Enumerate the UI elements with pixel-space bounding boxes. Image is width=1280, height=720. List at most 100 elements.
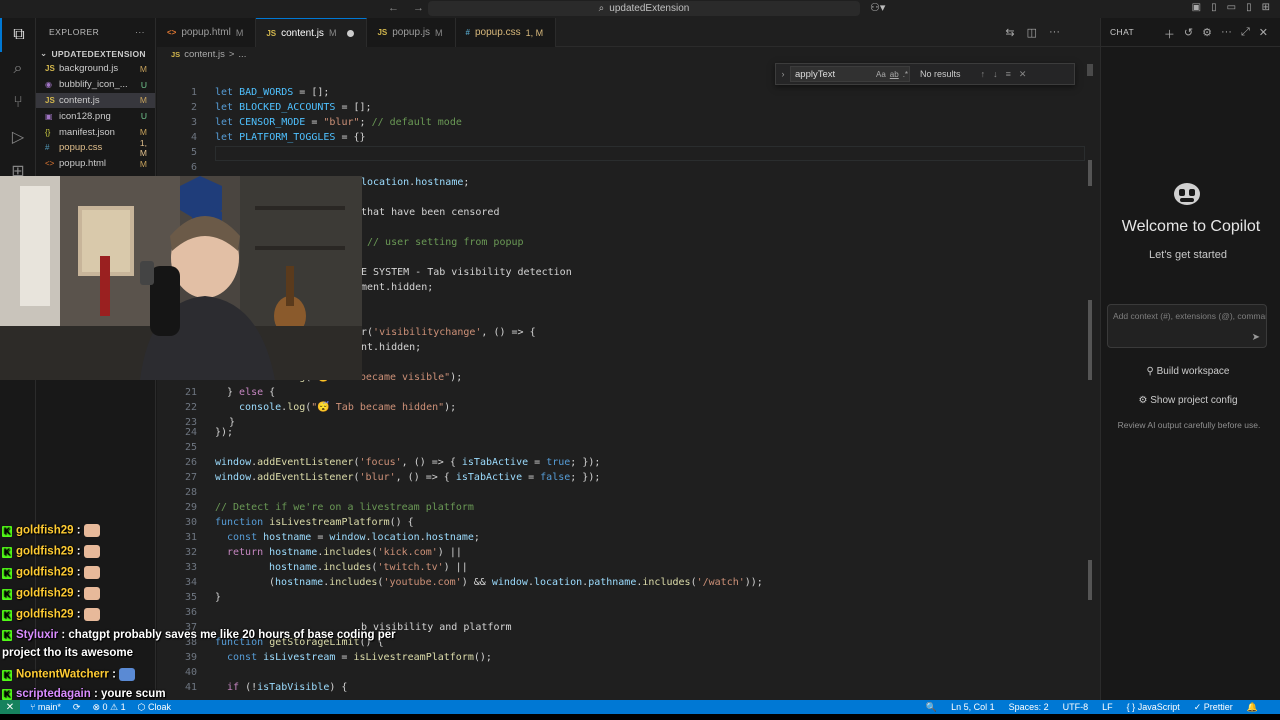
breadcrumb-file[interactable]: content.js — [184, 49, 225, 60]
file-item[interactable]: JS background.js M — [36, 61, 155, 77]
line-number: 26 — [184, 457, 197, 468]
code-line[interactable]: 25 — [157, 440, 197, 455]
match-word-toggle[interactable]: ab — [890, 70, 899, 79]
remote-indicator[interactable]: ✕ — [0, 700, 20, 714]
explorer-icon[interactable]: ⧉ — [0, 18, 36, 52]
toggle-secondary-sidebar-icon[interactable]: ▯ — [1246, 2, 1252, 13]
file-item[interactable]: ▣ icon128.png U — [36, 108, 155, 124]
chevron-down-icon: ⌄ — [40, 48, 48, 58]
command-center-search[interactable]: ⌕ updatedExtension — [428, 1, 860, 16]
line-number: 28 — [184, 487, 197, 498]
chat-input[interactable]: Add context (#), extensions (@), command… — [1107, 304, 1267, 348]
chat-header-actions: ＋ ↺ ⚙ ··· ⤢ ✕ — [1164, 26, 1268, 42]
zoom-icon[interactable]: 🔍 — [926, 702, 937, 713]
line-number: 29 — [184, 502, 197, 513]
kick-badge-icon: K — [2, 630, 12, 641]
file-item[interactable]: <> popup.html M — [36, 156, 155, 172]
encoding[interactable]: UTF-8 — [1063, 702, 1089, 712]
code-line[interactable]: 26 window.addEventListener('focus', () =>… — [157, 455, 600, 470]
arrow-up-icon[interactable]: ↑ — [981, 69, 986, 80]
breadcrumb-symbol[interactable]: ... — [238, 49, 246, 60]
code-line[interactable]: 28 — [157, 485, 197, 500]
layout-icon[interactable]: ▣ — [1192, 2, 1201, 13]
code-line[interactable]: 5 — [157, 145, 197, 160]
kick-badge-icon: K — [2, 588, 12, 600]
gear-icon[interactable]: ⚙ — [1202, 26, 1212, 42]
forward-icon[interactable]: → — [413, 2, 424, 14]
cloak-toggle[interactable]: ⬡ Cloak — [138, 702, 171, 713]
find-result-status: No results — [920, 69, 961, 79]
run-debug-icon[interactable]: ▷ — [0, 120, 36, 154]
explorer-header: EXPLORER ··· — [36, 18, 155, 46]
unsaved-dot-icon[interactable] — [347, 29, 355, 37]
code-line[interactable]: 1 let BAD_WORDS = []; — [157, 85, 329, 100]
maximize-icon[interactable]: ⤢ — [1241, 26, 1250, 42]
more-actions-icon[interactable]: ··· — [1049, 26, 1060, 39]
toggle-sidebar-icon[interactable]: ▯ — [1211, 2, 1217, 13]
source-control-icon[interactable]: ⑂ — [0, 86, 36, 120]
search-icon[interactable]: ⌕ — [0, 52, 36, 86]
problems-indicator[interactable]: ⊗ 0 ⚠ 1 — [92, 702, 125, 713]
chat-message: Kgoldfish29 : — [2, 524, 100, 537]
code-text: let BAD_WORDS = []; — [215, 87, 330, 98]
customize-layout-icon[interactable]: ⊞ — [1262, 2, 1270, 13]
code-line[interactable]: 27 window.addEventListener('blur', () => … — [157, 470, 600, 485]
arrow-down-icon[interactable]: ↓ — [993, 69, 998, 80]
title-bar: ← → ⌕ updatedExtension ⚇▾ ▣ ▯ ▭ ▯ ⊞ — [0, 0, 1280, 18]
file-item[interactable]: # popup.css 1, M — [36, 138, 155, 158]
breadcrumb-separator: > — [228, 48, 235, 60]
code-text: // user setting from popup — [367, 237, 524, 248]
copilot-menu-icon[interactable]: ⚇▾ — [870, 1, 885, 14]
more-actions-icon[interactable]: ··· — [135, 27, 145, 37]
toggle-panel-icon[interactable]: ▭ — [1227, 2, 1236, 13]
close-icon[interactable]: ✕ — [1259, 26, 1268, 42]
file-item[interactable]: ◉ bubblify_icon_... U — [36, 77, 155, 93]
compare-icon[interactable]: ⇆ — [1005, 26, 1014, 39]
current-line-highlight — [215, 146, 1085, 161]
build-workspace-button[interactable]: ⚲ Build workspace — [1101, 366, 1275, 377]
status-right: 🔍 Ln 5, Col 1 Spaces: 2 UTF-8 LF { } Jav… — [926, 700, 1258, 714]
bell-icon[interactable]: 🔔 — [1247, 702, 1258, 713]
tab-content-js[interactable]: JS content.js M — [256, 18, 368, 47]
chat-message: Kgoldfish29 : — [2, 587, 100, 600]
tab-popup-js[interactable]: JS popup.js M — [367, 18, 456, 47]
split-editor-icon[interactable]: ◫ — [1027, 26, 1037, 39]
send-icon[interactable]: ➤ — [1252, 332, 1260, 343]
code-line[interactable]: 2 let BLOCKED_ACCOUNTS = []; — [157, 100, 372, 115]
match-case-toggle[interactable]: Aa — [876, 70, 886, 79]
history-icon[interactable]: ↺ — [1184, 26, 1193, 42]
cursor-position[interactable]: Ln 5, Col 1 — [951, 702, 995, 712]
show-project-config-button[interactable]: ⚙ Show project config — [1101, 395, 1275, 406]
code-line[interactable]: 29 // Detect if we're on a livestream pla… — [157, 500, 474, 515]
editor-scrollbar[interactable] — [1087, 64, 1093, 76]
tab-popup-html[interactable]: <> popup.html M — [157, 18, 257, 47]
back-icon[interactable]: ← — [388, 2, 399, 14]
tab-popup-css[interactable]: # popup.css 1, M — [455, 18, 557, 47]
file-item[interactable]: JS content.js M — [36, 92, 155, 109]
code-line[interactable]: 24}); — [157, 425, 233, 440]
git-branch[interactable]: ⑂ main* — [30, 702, 61, 712]
regex-toggle[interactable]: .* — [903, 70, 908, 79]
chevron-right-icon[interactable]: › — [776, 69, 790, 79]
line-number: 3 — [190, 117, 197, 128]
code-line[interactable]: 3 let CENSOR_MODE = "blur"; // default mo… — [157, 115, 462, 130]
editor-actions: ⇆ ◫ ··· — [1005, 26, 1060, 39]
find-in-selection-icon[interactable]: ≡ — [1006, 69, 1011, 80]
plus-icon[interactable]: ＋ — [1164, 26, 1175, 42]
indentation[interactable]: Spaces: 2 — [1009, 702, 1049, 712]
js-file-icon: JS — [45, 95, 55, 105]
code-line[interactable]: 21} else { — [157, 385, 275, 400]
sync-icon[interactable]: ⟳ — [73, 702, 81, 713]
more-actions-icon[interactable]: ··· — [1221, 26, 1232, 42]
code-line[interactable]: 6 — [157, 160, 197, 175]
code-line[interactable]: 22 console.log("😴 Tab became hidden"); — [157, 400, 456, 415]
close-icon[interactable]: ✕ — [1019, 69, 1027, 80]
line-ending[interactable]: LF — [1102, 702, 1113, 712]
thumbs-up-emote-icon — [83, 524, 100, 537]
prettier-status[interactable]: ✓ Prettier — [1194, 702, 1233, 713]
thumbs-up-emote-icon — [83, 545, 100, 558]
folder-header[interactable]: ⌄ UPDATEDEXTENSION — [36, 46, 155, 61]
language-mode[interactable]: { } JavaScript — [1127, 702, 1180, 712]
code-text: nt.hidden; — [361, 342, 422, 353]
code-line[interactable]: 4 let PLATFORM_TOGGLES = {} — [157, 130, 366, 145]
